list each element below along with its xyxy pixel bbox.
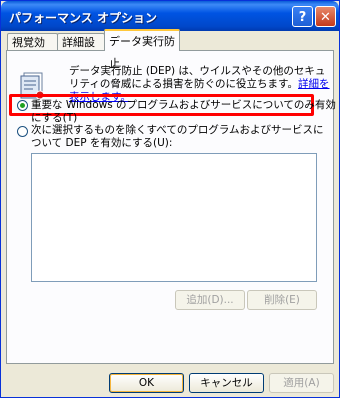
cancel-button[interactable]: キャンセル <box>189 373 264 393</box>
exception-program-list[interactable] <box>31 153 317 282</box>
add-button[interactable]: 追加(D)... <box>175 290 245 310</box>
title-bar[interactable]: パフォーマンス オプション ? ✕ <box>1 1 339 31</box>
remove-button[interactable]: 削除(E) <box>247 290 317 310</box>
ok-button[interactable]: OK <box>109 373 184 393</box>
radio-all-except-selected[interactable] <box>17 126 28 137</box>
window-title: パフォーマンス オプション <box>9 11 157 25</box>
radio-essential-only[interactable] <box>17 100 28 111</box>
dep-description-text: データ実行防止 (DEP) は、ウイルスやその他のセキュリティの脅威による損害を… <box>69 65 326 90</box>
option-essential-only-label[interactable]: 重要な Windows のプログラムおよびサービスについてのみ有効にする(T) <box>31 99 339 125</box>
tab-visual-effects[interactable]: 視覚効果 <box>7 33 58 67</box>
close-button[interactable]: ✕ <box>315 6 336 27</box>
option-all-except-selected-label[interactable]: 次に選択するものを除くすべてのプログラムおよびサービスについて DEP を有効に… <box>31 124 331 150</box>
performance-options-window: パフォーマンス オプション ? ✕ 視覚効果 詳細設定 データ実行防止 データ実… <box>0 0 340 398</box>
help-button[interactable]: ? <box>292 6 313 27</box>
tab-advanced[interactable]: 詳細設定 <box>57 33 105 67</box>
apply-button[interactable]: 適用(A) <box>269 373 334 393</box>
tab-data-execution-prevention[interactable]: データ実行防止 <box>104 29 180 70</box>
